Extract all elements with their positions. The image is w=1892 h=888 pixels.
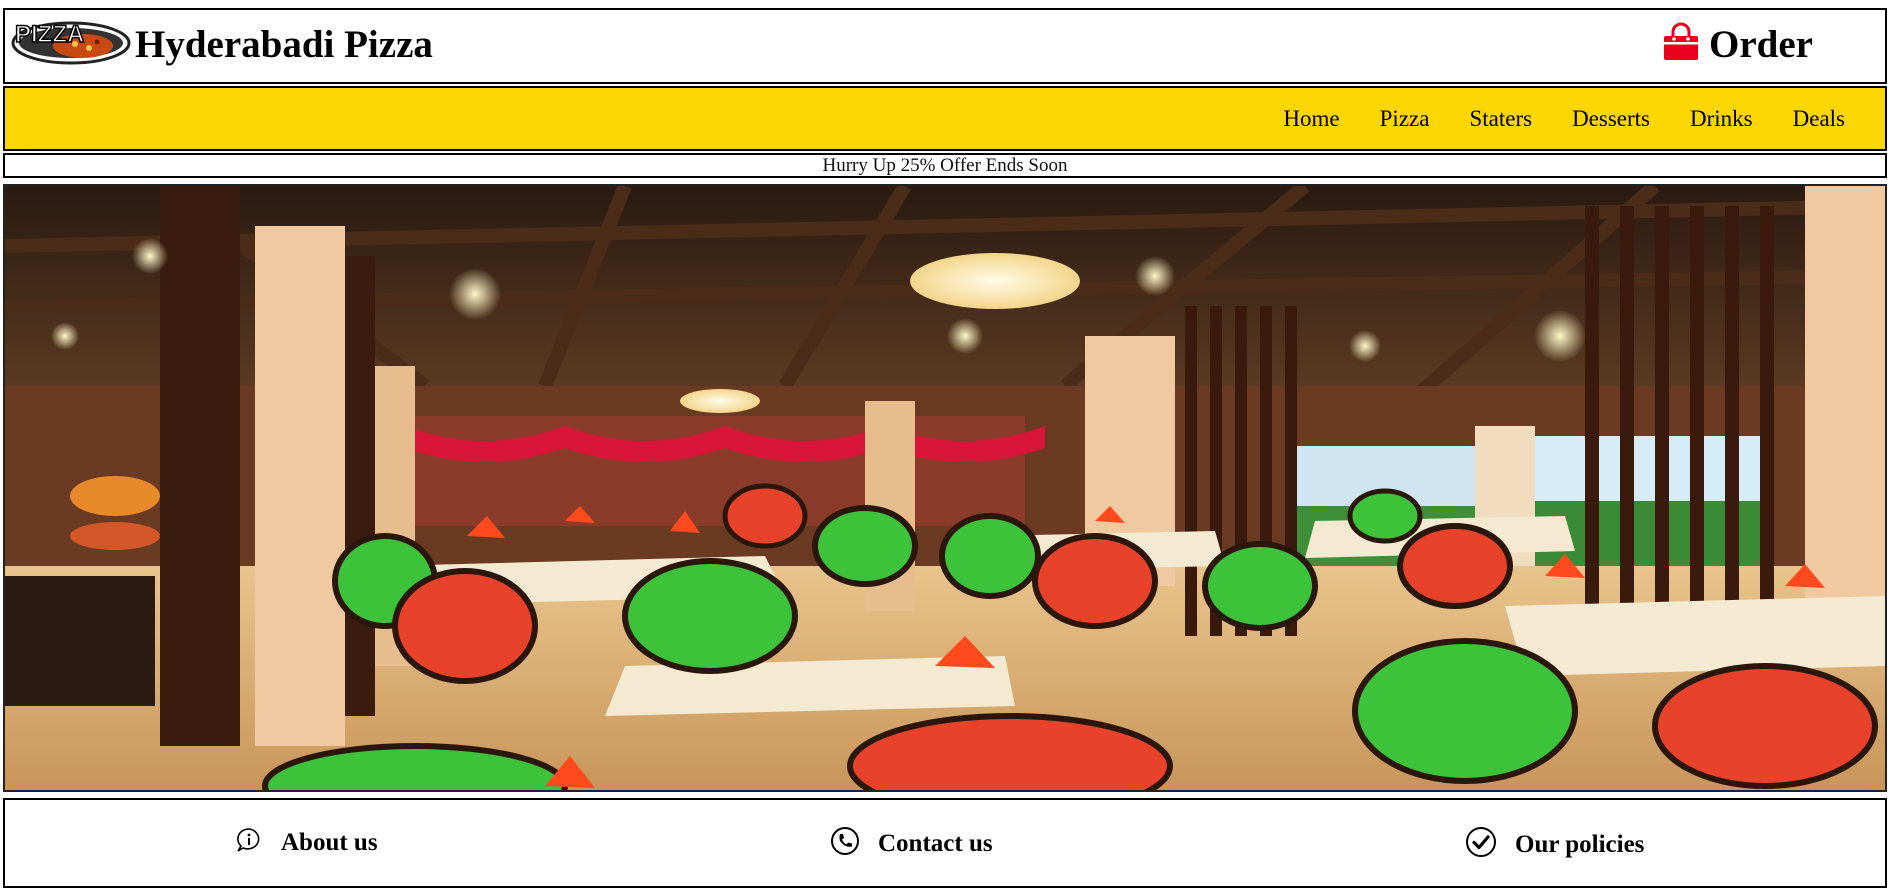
- nav-item-drinks[interactable]: Drinks: [1670, 106, 1773, 132]
- info-icon: [235, 826, 263, 859]
- our-policies-label: Our policies: [1515, 830, 1645, 858]
- contact-us-link[interactable]: Contact us: [830, 826, 993, 861]
- hero-restaurant-image: [3, 184, 1887, 792]
- main-nav: Home Pizza Staters Desserts Drinks Deals: [3, 86, 1887, 151]
- brand-name[interactable]: Hyderabadi Pizza: [135, 22, 433, 67]
- nav-list: Home Pizza Staters Desserts Drinks Deals: [1263, 88, 1865, 149]
- nav-item-pizza[interactable]: Pizza: [1360, 106, 1450, 132]
- order-label: Order: [1709, 23, 1813, 66]
- check-circle-icon: [1465, 826, 1497, 863]
- offer-banner: Hurry Up 25% Offer Ends Soon: [3, 153, 1887, 178]
- about-us-link[interactable]: About us: [235, 826, 378, 859]
- logo-text: PIZZA: [15, 21, 84, 48]
- order-button[interactable]: Order: [1661, 22, 1813, 67]
- site-header: PIZZA Hyderabadi Pizza Order: [3, 8, 1887, 84]
- nav-item-deals[interactable]: Deals: [1773, 106, 1865, 132]
- shopping-bag-icon: [1661, 22, 1701, 67]
- our-policies-link[interactable]: Our policies: [1465, 826, 1644, 863]
- nav-item-home[interactable]: Home: [1263, 106, 1359, 132]
- about-us-label: About us: [281, 828, 378, 856]
- site-footer: About us Contact us Our policies: [3, 798, 1887, 888]
- contact-us-label: Contact us: [878, 829, 993, 857]
- phone-icon: [830, 826, 860, 861]
- nav-item-desserts[interactable]: Desserts: [1552, 106, 1670, 132]
- nav-item-staters[interactable]: Staters: [1449, 106, 1552, 132]
- pizza-logo[interactable]: PIZZA: [9, 16, 133, 66]
